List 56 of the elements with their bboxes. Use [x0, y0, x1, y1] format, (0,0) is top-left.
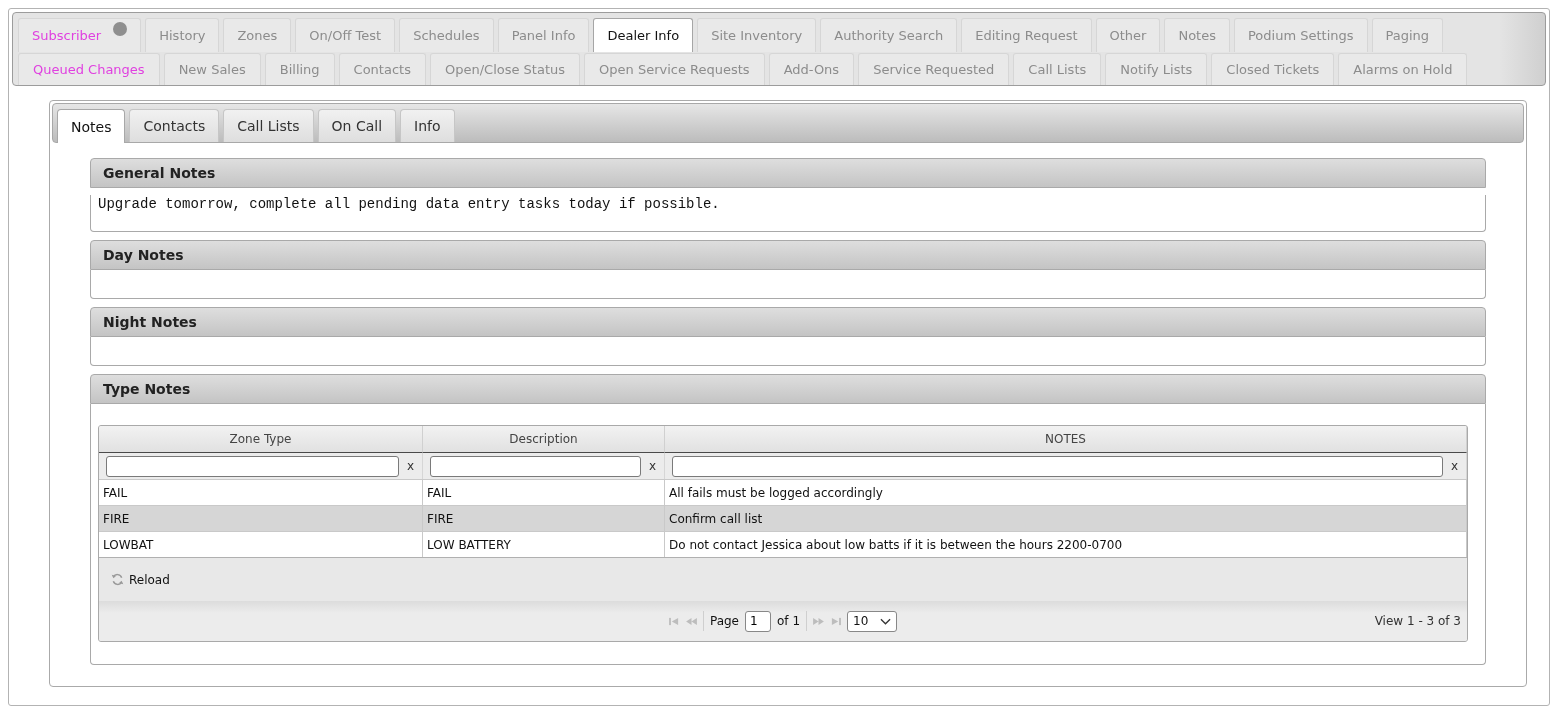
- tab[interactable]: Call Lists: [1013, 52, 1102, 85]
- tab[interactable]: Authority Search: [820, 18, 958, 52]
- tab[interactable]: Contacts: [129, 109, 220, 142]
- tab[interactable]: Notes: [57, 109, 126, 143]
- filter-field[interactable]: [430, 455, 641, 477]
- tab[interactable]: Contacts: [338, 52, 426, 85]
- tab[interactable]: Site Inventory: [697, 18, 817, 52]
- tab[interactable]: Info: [400, 109, 455, 142]
- filter-field[interactable]: [672, 455, 1443, 477]
- column-header[interactable]: Description: [423, 426, 665, 453]
- tab[interactable]: Open Service Requests: [584, 52, 765, 85]
- tab[interactable]: Open/Close Status: [429, 52, 581, 85]
- tab[interactable]: Service Requested: [858, 52, 1010, 85]
- tab[interactable]: Call Lists: [223, 109, 314, 142]
- tab[interactable]: Alarms on Hold: [1338, 52, 1468, 85]
- reload-button[interactable]: Reload: [111, 572, 170, 587]
- tab[interactable]: New Sales: [163, 52, 261, 85]
- tab[interactable]: Notes: [1164, 18, 1230, 52]
- clear-filter-button[interactable]: x: [400, 459, 420, 473]
- record-count: View 1 - 3 of 3: [1374, 614, 1462, 628]
- tab[interactable]: Dealer Info: [593, 18, 694, 52]
- tab[interactable]: Panel Info: [497, 18, 590, 52]
- tab[interactable]: Zones: [223, 18, 292, 52]
- tab[interactable]: Other: [1095, 18, 1161, 52]
- table-row[interactable]: FAIL FAIL All fails must be logged accordingly: [99, 479, 1467, 505]
- tab[interactable]: On Call: [317, 109, 397, 142]
- tab[interactable]: Podium Settings: [1233, 18, 1368, 52]
- tab[interactable]: Subscriber: [18, 18, 142, 52]
- section-header: Type Notes: [90, 374, 1486, 404]
- tab[interactable]: History: [145, 18, 220, 52]
- clear-filter-button[interactable]: x: [1444, 459, 1464, 473]
- tab[interactable]: Billing: [264, 52, 335, 85]
- tab[interactable]: Paging: [1371, 18, 1444, 52]
- filter-field[interactable]: [106, 455, 399, 477]
- caret-icon: [880, 617, 892, 625]
- section-header: Night Notes: [90, 307, 1486, 337]
- page-label: Page: [709, 614, 739, 628]
- column-header[interactable]: NOTES: [665, 426, 1467, 453]
- section-header: General Notes: [90, 158, 1486, 188]
- note-text: Upgrade tomorrow, complete all pending data entry tasks today if possible.: [98, 195, 721, 214]
- tab[interactable]: Closed Tickets: [1211, 52, 1335, 85]
- table-row[interactable]: LOWBAT LOW BATTERY Do not contact Jessica about low batts if it is between the hours 2200-0700: [99, 531, 1467, 557]
- tab[interactable]: Add-Ons: [768, 52, 855, 85]
- clear-filter-button[interactable]: x: [642, 459, 662, 473]
- column-header[interactable]: Zone Type: [99, 426, 423, 453]
- tab[interactable]: Editing Request: [961, 18, 1092, 52]
- tab[interactable]: Notify Lists: [1105, 52, 1208, 85]
- refresh-icon: [111, 573, 124, 586]
- table-row[interactable]: FIRE FIRE Confirm call list: [99, 505, 1467, 531]
- page-size-select[interactable]: 10: [847, 610, 898, 632]
- page-number-field[interactable]: 1: [745, 610, 771, 632]
- tab[interactable]: Schedules: [399, 18, 494, 52]
- section-header: Day Notes: [90, 240, 1486, 270]
- page-count: of 1: [777, 614, 801, 628]
- tab[interactable]: Queued Changes: [18, 52, 160, 85]
- tab[interactable]: On/Off Test: [295, 18, 396, 52]
